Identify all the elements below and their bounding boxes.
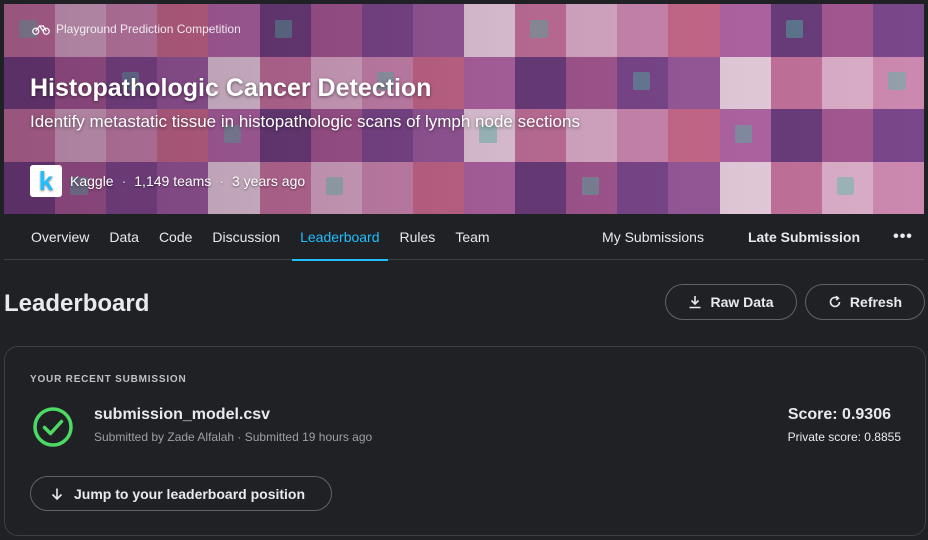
late-submission-button[interactable]: Late Submission xyxy=(734,214,874,260)
team-count: 1,149 teams xyxy=(134,173,212,189)
tab-leaderboard[interactable]: Leaderboard xyxy=(292,214,388,261)
competition-meta: k Kaggle · 1,149 teams · 3 years ago xyxy=(30,165,305,197)
private-score: Private score: 0.8855 xyxy=(787,430,901,444)
raw-data-label: Raw Data xyxy=(710,294,774,310)
competition-type-label: Playground Prediction Competition xyxy=(56,22,241,36)
competition-tabs: Overview Data Code Discussion Leaderboard Rul… xyxy=(4,214,924,261)
tab-team[interactable]: Team xyxy=(447,214,497,260)
bike-icon xyxy=(32,24,50,35)
refresh-button[interactable]: Refresh xyxy=(805,284,925,320)
competition-subtitle: Identify metastatic tissue in histopatho… xyxy=(30,112,580,131)
host-name[interactable]: Kaggle xyxy=(70,173,114,189)
tab-actions: My Submissions Late Submission ••• xyxy=(590,214,924,260)
success-check-icon xyxy=(33,407,73,447)
tab-overview[interactable]: Overview xyxy=(23,214,97,260)
refresh-icon xyxy=(829,295,841,308)
tab-code[interactable]: Code xyxy=(151,214,200,260)
tab-data[interactable]: Data xyxy=(101,214,147,260)
tab-list: Overview Data Code Discussion Leaderboard Rul… xyxy=(23,214,498,261)
page-title: Leaderboard xyxy=(4,290,150,317)
download-icon xyxy=(689,296,701,309)
refresh-label: Refresh xyxy=(849,294,903,310)
more-options-icon[interactable]: ••• xyxy=(882,228,924,246)
competition-title: Histopathologic Cancer Detection xyxy=(30,74,432,102)
public-score: Score: 0.9306 xyxy=(787,406,891,423)
arrow-down-icon xyxy=(51,488,63,500)
recent-submission-label: YOUR RECENT SUBMISSION xyxy=(30,374,187,385)
tab-discussion[interactable]: Discussion xyxy=(204,214,288,260)
tab-rules[interactable]: Rules xyxy=(392,214,444,260)
competition-age: 3 years ago xyxy=(232,173,306,189)
my-submissions-link[interactable]: My Submissions xyxy=(590,214,716,260)
submission-file-name[interactable]: submission_model.csv xyxy=(94,406,270,424)
recent-submission-card: YOUR RECENT SUBMISSION submission_model.… xyxy=(4,346,926,536)
submission-details: Submitted by Zade Alfalah · Submitted 19… xyxy=(94,430,373,444)
jump-label: Jump to your leaderboard position xyxy=(74,485,306,502)
meta-separator: · xyxy=(219,173,224,189)
jump-to-position-button[interactable]: Jump to your leaderboard position xyxy=(30,476,332,511)
kaggle-logo[interactable]: k xyxy=(30,165,62,197)
raw-data-button[interactable]: Raw Data xyxy=(665,284,797,320)
meta-separator: · xyxy=(121,173,127,189)
competition-type: Playground Prediction Competition xyxy=(32,22,241,36)
competition-banner: Playground Prediction Competition Histop… xyxy=(4,4,924,214)
